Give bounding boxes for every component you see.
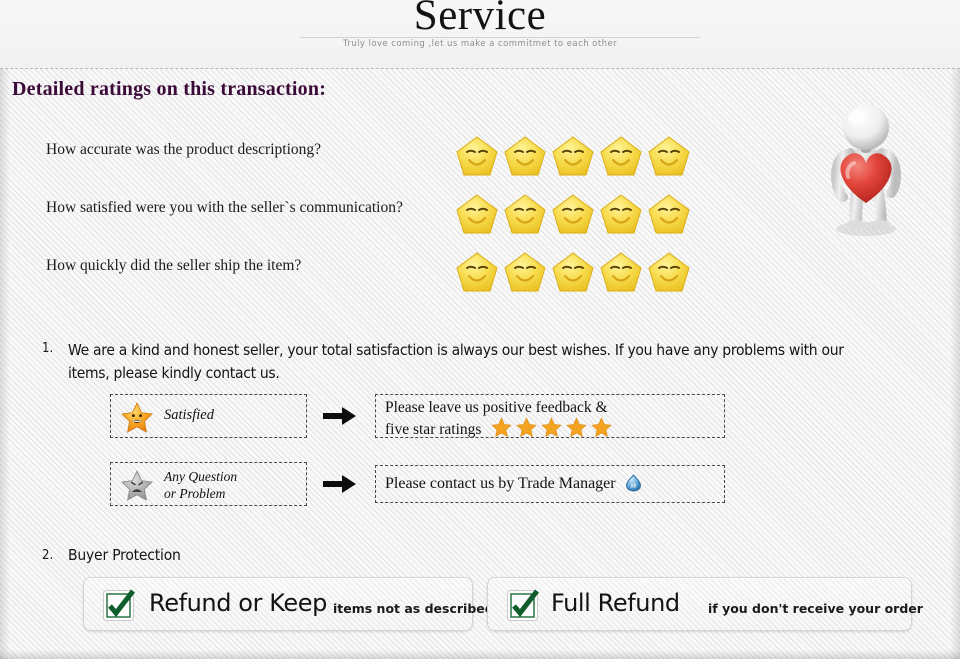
smiling-star-icon <box>455 193 499 235</box>
flow-row-satisfied: Satisfied Please leave us positive feedb… <box>0 394 760 438</box>
full-refund-card[interactable]: Full Refund if you don't receive your or… <box>487 577 923 631</box>
flow-condition-label: Any Question or Problem <box>164 468 237 502</box>
svg-text:ali: ali <box>630 483 636 489</box>
full-refund-title: Full Refund <box>551 589 680 617</box>
gold-star-icon <box>541 417 562 438</box>
rating-question-label: How quickly did the seller ship the item… <box>46 257 302 274</box>
flow-action-box: Please contact us by Trade Manager ali <box>375 465 725 503</box>
smiling-star-icon <box>551 193 595 235</box>
policy-item-1: 1. We are a kind and honest seller, your… <box>42 339 872 385</box>
rating-question-label: How accurate was the product description… <box>46 141 322 158</box>
arrow-right-icon <box>322 404 358 428</box>
rating-row: How quickly did the seller ship the item… <box>0 245 760 301</box>
flow-condition-line1: Any Question <box>164 469 238 484</box>
smiling-star-icon <box>503 193 547 235</box>
smiling-star-icon <box>551 251 595 293</box>
flow-row-any-question: Any Question or Problem Please contact u… <box>0 462 760 506</box>
rating-question-label: How satisfied were you with the seller`s… <box>46 199 403 216</box>
policy-item-2: 2. Buyer Protection <box>42 546 442 564</box>
list-number: 2. <box>42 548 54 563</box>
refund-or-keep-card[interactable]: Refund or Keep items not as described <box>83 577 494 631</box>
green-checkmark-icon <box>506 589 539 622</box>
flow-action-text-label: Please contact us by Trade Manager <box>385 475 616 492</box>
green-checkmark-icon <box>102 589 135 622</box>
flow-condition-label: Satisfied <box>164 407 214 423</box>
rating-star-group <box>455 187 705 243</box>
smiling-star-icon <box>551 135 595 177</box>
rating-star-group <box>455 129 705 185</box>
happy-star-icon <box>121 402 153 433</box>
smiling-star-icon <box>599 193 643 235</box>
smiling-star-icon <box>599 251 643 293</box>
trade-manager-icon[interactable]: ali <box>625 474 642 492</box>
gold-star-icon <box>591 417 612 438</box>
page-title: Service <box>413 0 547 39</box>
bottom-edge-shadow <box>0 650 960 659</box>
arrow-right-icon <box>322 472 358 496</box>
flow-action-text: Please contact us by Trade Manager ali <box>385 474 642 493</box>
flow-action-line1: Please leave us positive feedback & <box>385 399 608 416</box>
flow-action-line2: five star ratings <box>385 421 482 438</box>
page-header: Service Truly love coming ,let us make a… <box>0 0 960 68</box>
gold-star-icon <box>491 417 512 438</box>
smiling-star-icon <box>599 135 643 177</box>
smiling-star-icon <box>455 251 499 293</box>
sad-star-icon <box>121 470 153 501</box>
service-policy-page: Service Truly love coming ,let us make a… <box>0 0 960 659</box>
right-edge-shadow <box>950 69 960 659</box>
refund-or-keep-title: Refund or Keep <box>149 589 327 617</box>
smiling-star-icon <box>503 251 547 293</box>
smiling-star-icon <box>647 251 691 293</box>
smiling-star-icon <box>455 135 499 177</box>
smiling-star-icon <box>503 135 547 177</box>
rating-star-group <box>455 245 705 301</box>
gold-star-icon <box>516 417 537 438</box>
refund-or-keep-subtitle: items not as described <box>333 601 494 616</box>
page-subtitle: Truly love coming ,let us make a commitm… <box>342 39 618 49</box>
title-divider-rule <box>300 37 700 38</box>
rating-row: How satisfied were you with the seller`s… <box>0 187 760 243</box>
smiling-star-icon <box>647 193 691 235</box>
ratings-section-heading: Detailed ratings on this transaction: <box>12 78 327 100</box>
page-body: Detailed ratings on this transaction: Ho… <box>0 69 960 659</box>
policy-item-1-text: We are a kind and honest seller, your to… <box>68 341 844 382</box>
flow-condition-box: Any Question or Problem <box>110 462 307 506</box>
smiling-star-icon <box>647 135 691 177</box>
full-refund-subtitle: if you don't receive your order <box>708 601 923 616</box>
policy-item-2-text: Buyer Protection <box>68 546 181 564</box>
rating-row: How accurate was the product description… <box>0 129 760 185</box>
flow-condition-line2: or Problem <box>164 486 226 501</box>
list-number: 1. <box>42 341 54 356</box>
flow-action-box: Please leave us positive feedback & five… <box>375 394 725 438</box>
gold-star-icon <box>566 417 587 438</box>
flow-condition-box: Satisfied <box>110 394 307 438</box>
gold-star-group <box>491 417 612 442</box>
flow-action-text: Please leave us positive feedback & five… <box>385 398 612 442</box>
3d-figure-holding-heart-icon <box>812 103 920 243</box>
